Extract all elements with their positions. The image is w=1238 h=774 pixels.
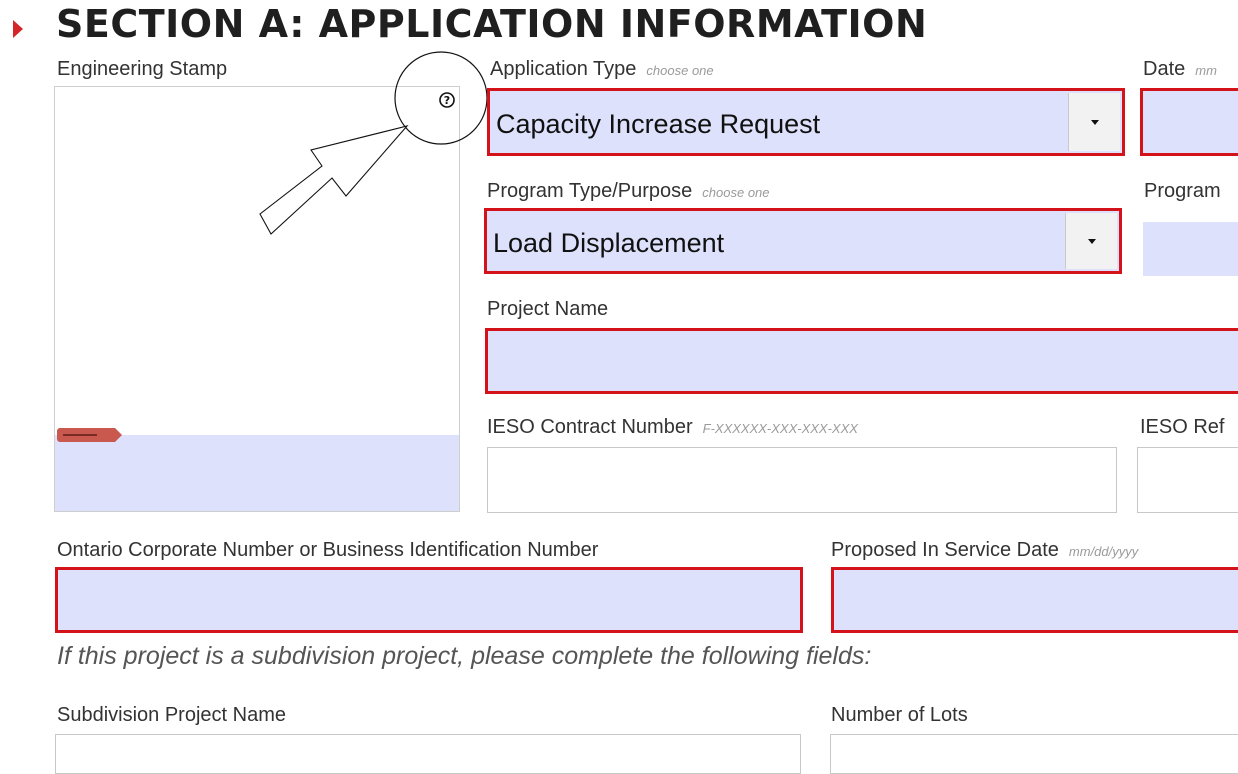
chevron-down-icon xyxy=(1090,119,1099,125)
corporate-number-field[interactable] xyxy=(55,567,803,633)
help-circle-icon[interactable]: ? xyxy=(438,91,456,109)
program-type-label: Program Type/Purpose choose one xyxy=(487,180,770,202)
svg-text:?: ? xyxy=(444,94,450,107)
engineering-stamp-label: Engineering Stamp xyxy=(57,58,228,80)
subdivision-name-label: Subdivision Project Name xyxy=(57,704,286,726)
subdivision-name-field[interactable] xyxy=(55,734,801,774)
program-label: Program xyxy=(1144,180,1221,202)
application-type-dropdown-button[interactable] xyxy=(1068,93,1120,151)
ieso-contract-field[interactable] xyxy=(487,447,1117,513)
ieso-contract-label: IESO Contract Number F-XXXXXX-XXX-XXX-XXX xyxy=(487,416,858,438)
number-of-lots-label: Number of Lots xyxy=(831,704,968,726)
chevron-down-icon xyxy=(1087,238,1096,244)
in-service-date-field[interactable] xyxy=(831,567,1238,633)
section-marker-icon xyxy=(13,20,23,38)
application-type-label: Application Type choose one xyxy=(490,58,714,80)
number-of-lots-field[interactable] xyxy=(830,734,1238,774)
date-label: Date mm xyxy=(1143,58,1217,80)
program-type-value: Load Displacement xyxy=(493,228,725,258)
in-service-date-label: Proposed In Service Date mm/dd/yyyy xyxy=(831,539,1139,561)
ieso-ref-field[interactable] xyxy=(1137,447,1238,513)
help-callout-annotation xyxy=(259,51,488,235)
ieso-ref-label: IESO Ref xyxy=(1140,416,1225,438)
program-field[interactable] xyxy=(1143,222,1238,276)
project-name-field[interactable] xyxy=(485,328,1238,394)
stamp-image-area xyxy=(55,428,459,511)
ribbon-tag-icon xyxy=(57,428,122,442)
program-type-dropdown-button[interactable] xyxy=(1065,213,1117,269)
application-type-value: Capacity Increase Request xyxy=(496,109,821,139)
project-name-label: Project Name xyxy=(487,298,609,320)
subdivision-instructions: If this project is a subdivision project… xyxy=(57,642,872,670)
date-field[interactable] xyxy=(1140,88,1238,156)
program-type-dropdown[interactable]: Load Displacement xyxy=(484,208,1122,274)
corporate-number-label: Ontario Corporate Number or Business Ide… xyxy=(57,539,599,561)
application-type-dropdown[interactable]: Capacity Increase Request xyxy=(487,88,1125,156)
section-title: SECTION A: APPLICATION INFORMATION xyxy=(56,2,928,46)
